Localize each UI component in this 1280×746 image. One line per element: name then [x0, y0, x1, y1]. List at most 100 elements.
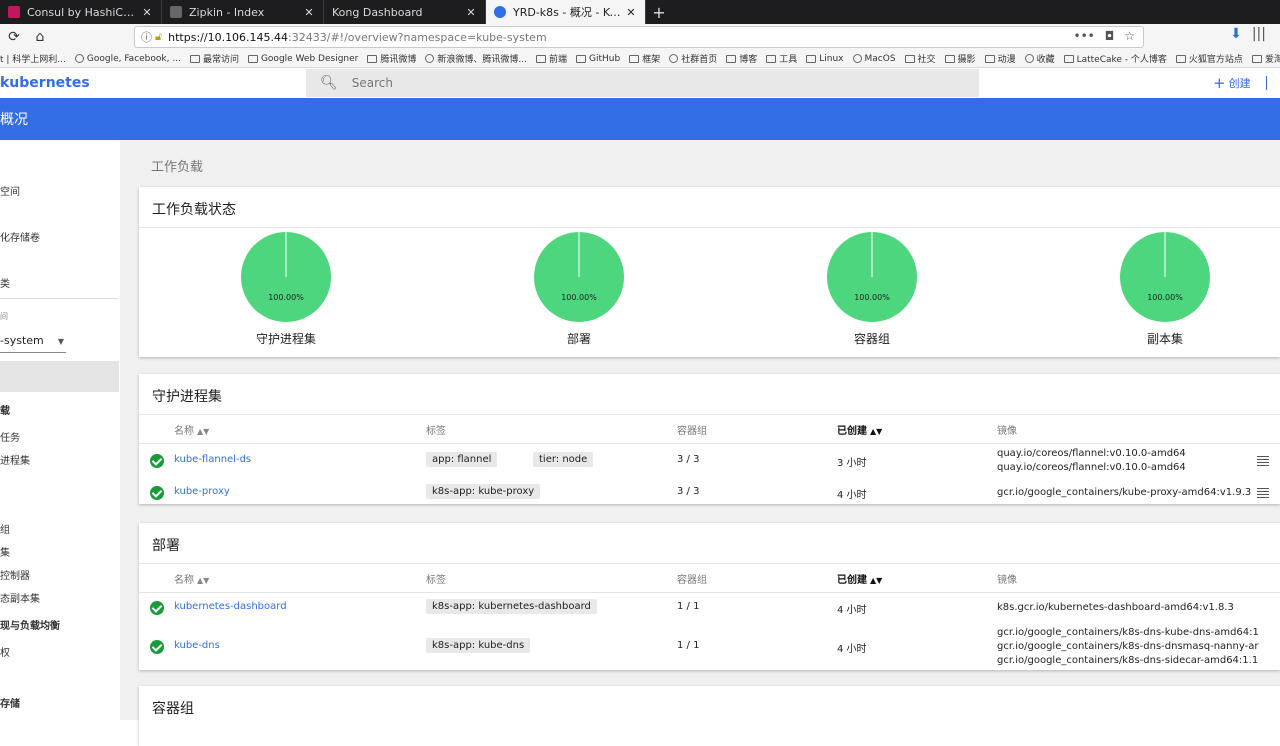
- lock-warning-icon[interactable]: 🔓︎: [155, 30, 162, 44]
- folder-icon: [189, 54, 200, 63]
- pocket-icon[interactable]: ◘: [1105, 29, 1115, 43]
- sidebar-section-discovery[interactable]: 现与负载均衡: [0, 617, 60, 632]
- bookmark-label: 摄影: [957, 55, 976, 65]
- bookmark-item[interactable]: 工具: [766, 52, 797, 65]
- folder-icon: [425, 54, 435, 63]
- bookmark-item[interactable]: 社交: [904, 52, 936, 65]
- created-age: 4 小时: [837, 643, 867, 655]
- bookmark-item[interactable]: 最常访问: [189, 52, 239, 65]
- close-icon[interactable]: ✕: [303, 6, 315, 19]
- close-icon[interactable]: ✕: [465, 6, 477, 19]
- sidebar-section-storage[interactable]: 存储: [0, 695, 20, 710]
- row-menu-icon[interactable]: [1257, 456, 1269, 466]
- more-dots-icon[interactable]: •••: [1074, 29, 1095, 43]
- tab-label: Kong Dashboard: [332, 5, 423, 19]
- bookmark-item[interactable]: 博客: [726, 52, 757, 65]
- home-icon[interactable]: ⌂: [30, 27, 50, 47]
- bookmark-item[interactable]: 框架: [629, 52, 660, 65]
- pie-chart: 100.00%: [534, 232, 624, 322]
- sort-icon: ▲▼: [197, 576, 210, 585]
- browser-tab-consul[interactable]: Consul by HashiCorp ✕: [0, 0, 162, 24]
- status-pie[interactable]: 100.00% 副本集: [1105, 232, 1225, 347]
- browser-tab-k8s[interactable]: YRD-k8s - 概况 - Kubernetes Da ✕: [486, 0, 646, 24]
- status-pie[interactable]: 100.00% 部署: [519, 232, 639, 347]
- bookmark-item[interactable]: LatteCake - 个人博客: [1063, 52, 1167, 65]
- workload-status-card: 工作负载状态 100.00% 守护进程集 100.00% 部署 100.00% 容器组 10…: [139, 187, 1280, 357]
- pods-card: 容器组: [139, 686, 1280, 746]
- bookmark-item[interactable]: 新浪微博、腾讯微博...: [425, 52, 527, 65]
- bookmark-item[interactable]: Google, Facebook, ...: [74, 53, 181, 64]
- bookmark-item[interactable]: 收藏: [1024, 52, 1055, 65]
- status-pie[interactable]: 100.00% 守护进程集: [226, 232, 346, 347]
- status-pie[interactable]: 100.00% 容器组: [812, 232, 932, 347]
- close-icon[interactable]: ✕: [141, 6, 153, 19]
- bookmark-label: 前端: [548, 55, 567, 65]
- main-content: 工作负载 工作负载状态 100.00% 守护进程集 100.00% 部署 100.00%…: [120, 140, 1280, 746]
- resource-name-link[interactable]: kube-dns: [174, 640, 220, 651]
- sidebar-item-pods[interactable]: 组: [0, 521, 10, 536]
- sort-icon: ▲▼: [870, 427, 883, 436]
- folder-icon: [852, 54, 862, 63]
- bookmark-item[interactable]: MacOS: [852, 53, 896, 64]
- resource-name-link[interactable]: kube-proxy: [174, 486, 230, 497]
- url-bar[interactable]: ⓘ 🔓︎ https://10.106.145.44:32433/#!/over…: [134, 26, 1144, 48]
- resource-name-link[interactable]: kube-flannel-ds: [174, 454, 251, 465]
- card-title: 容器组: [152, 701, 194, 717]
- sidebar-item-namespaces[interactable]: 空间: [0, 183, 20, 198]
- bookmark-label: MacOS: [864, 53, 896, 64]
- sidebar-item-storage-classes[interactable]: 类: [0, 275, 10, 290]
- label-chip: k8s-app: kubernetes-dashboard: [426, 599, 597, 614]
- bookmark-item[interactable]: Google Web Designer: [247, 54, 358, 64]
- column-header-name[interactable]: 名称 ▲▼: [174, 571, 209, 586]
- bookmark-star-icon[interactable]: ☆: [1124, 29, 1135, 43]
- url-path: :32433/#!/overview?namespace=kube-system: [288, 30, 547, 44]
- sidebar-item-replication-controllers[interactable]: 控制器: [0, 567, 30, 582]
- kubernetes-logo[interactable]: kubernetes: [0, 75, 90, 91]
- image-name: quay.io/coreos/flannel:v0.10.0-amd64: [997, 462, 1186, 473]
- close-icon[interactable]: ✕: [625, 6, 637, 19]
- sidebar-item-ingress[interactable]: 权: [0, 644, 10, 659]
- browser-tab-zipkin[interactable]: Zipkin - Index ✕: [162, 0, 324, 24]
- pie-percent-label: 100.00%: [1147, 293, 1183, 302]
- bookmark-item[interactable]: 前端: [535, 52, 567, 65]
- library-icon[interactable]: |||: [1252, 26, 1266, 42]
- folder-icon: [904, 54, 915, 63]
- download-icon[interactable]: ⬇: [1230, 26, 1242, 42]
- bookmark-item[interactable]: t | 科学上网利...: [0, 52, 66, 65]
- browser-tab-kong[interactable]: Kong Dashboard ✕: [324, 0, 486, 24]
- column-header-created[interactable]: 已创建 ▲▼: [837, 422, 882, 437]
- new-tab-plus-icon[interactable]: +: [646, 0, 672, 24]
- sidebar-item-persistent-volumes[interactable]: 化存储卷: [0, 229, 40, 244]
- resource-name-link[interactable]: kubernetes-dashboard: [174, 601, 287, 612]
- bookmark-item[interactable]: GitHub: [575, 54, 620, 64]
- sidebar-item-statefulsets[interactable]: 态副本集: [0, 590, 40, 605]
- bookmark-item[interactable]: 动漫: [984, 52, 1016, 65]
- column-header-labels: 标签: [426, 426, 446, 437]
- bookmark-label: Google, Facebook, ...: [86, 53, 181, 64]
- column-header-created[interactable]: 已创建 ▲▼: [837, 571, 882, 586]
- namespace-value: -system: [0, 334, 44, 347]
- bookmark-item[interactable]: 爱淘宝（原淘宝特卖）: [1251, 52, 1280, 65]
- sidebar-section-workloads[interactable]: 载: [0, 402, 10, 417]
- row-menu-icon[interactable]: [1257, 488, 1269, 498]
- bookmark-item[interactable]: Linux: [806, 54, 844, 64]
- bookmark-label: 社交: [917, 55, 936, 65]
- reload-icon[interactable]: ⟳: [4, 27, 24, 47]
- column-header-name[interactable]: 名称 ▲▼: [174, 422, 209, 437]
- create-button[interactable]: + 创建: [1213, 74, 1251, 92]
- namespace-select[interactable]: -system ▼: [0, 334, 66, 347]
- sidebar-item-daemonsets[interactable]: 进程集: [0, 452, 30, 467]
- sidebar-item-cronjobs[interactable]: 任务: [0, 429, 20, 444]
- info-icon[interactable]: ⓘ: [141, 29, 152, 45]
- folder-icon: [629, 54, 640, 63]
- bookmark-item[interactable]: 摄影: [944, 52, 976, 65]
- folder-icon: [1063, 54, 1074, 63]
- search-box[interactable]: 🔍︎ Search: [306, 69, 979, 97]
- folder-icon: [247, 54, 258, 63]
- sidebar-item-overview-selected[interactable]: [0, 361, 119, 392]
- bookmark-item[interactable]: 社群首页: [669, 52, 717, 65]
- sidebar-item-replicasets[interactable]: 集: [0, 544, 10, 559]
- search-input[interactable]: Search: [352, 76, 393, 90]
- bookmark-item[interactable]: 火狐官方站点: [1175, 52, 1243, 65]
- bookmark-item[interactable]: 腾讯微博: [367, 52, 416, 65]
